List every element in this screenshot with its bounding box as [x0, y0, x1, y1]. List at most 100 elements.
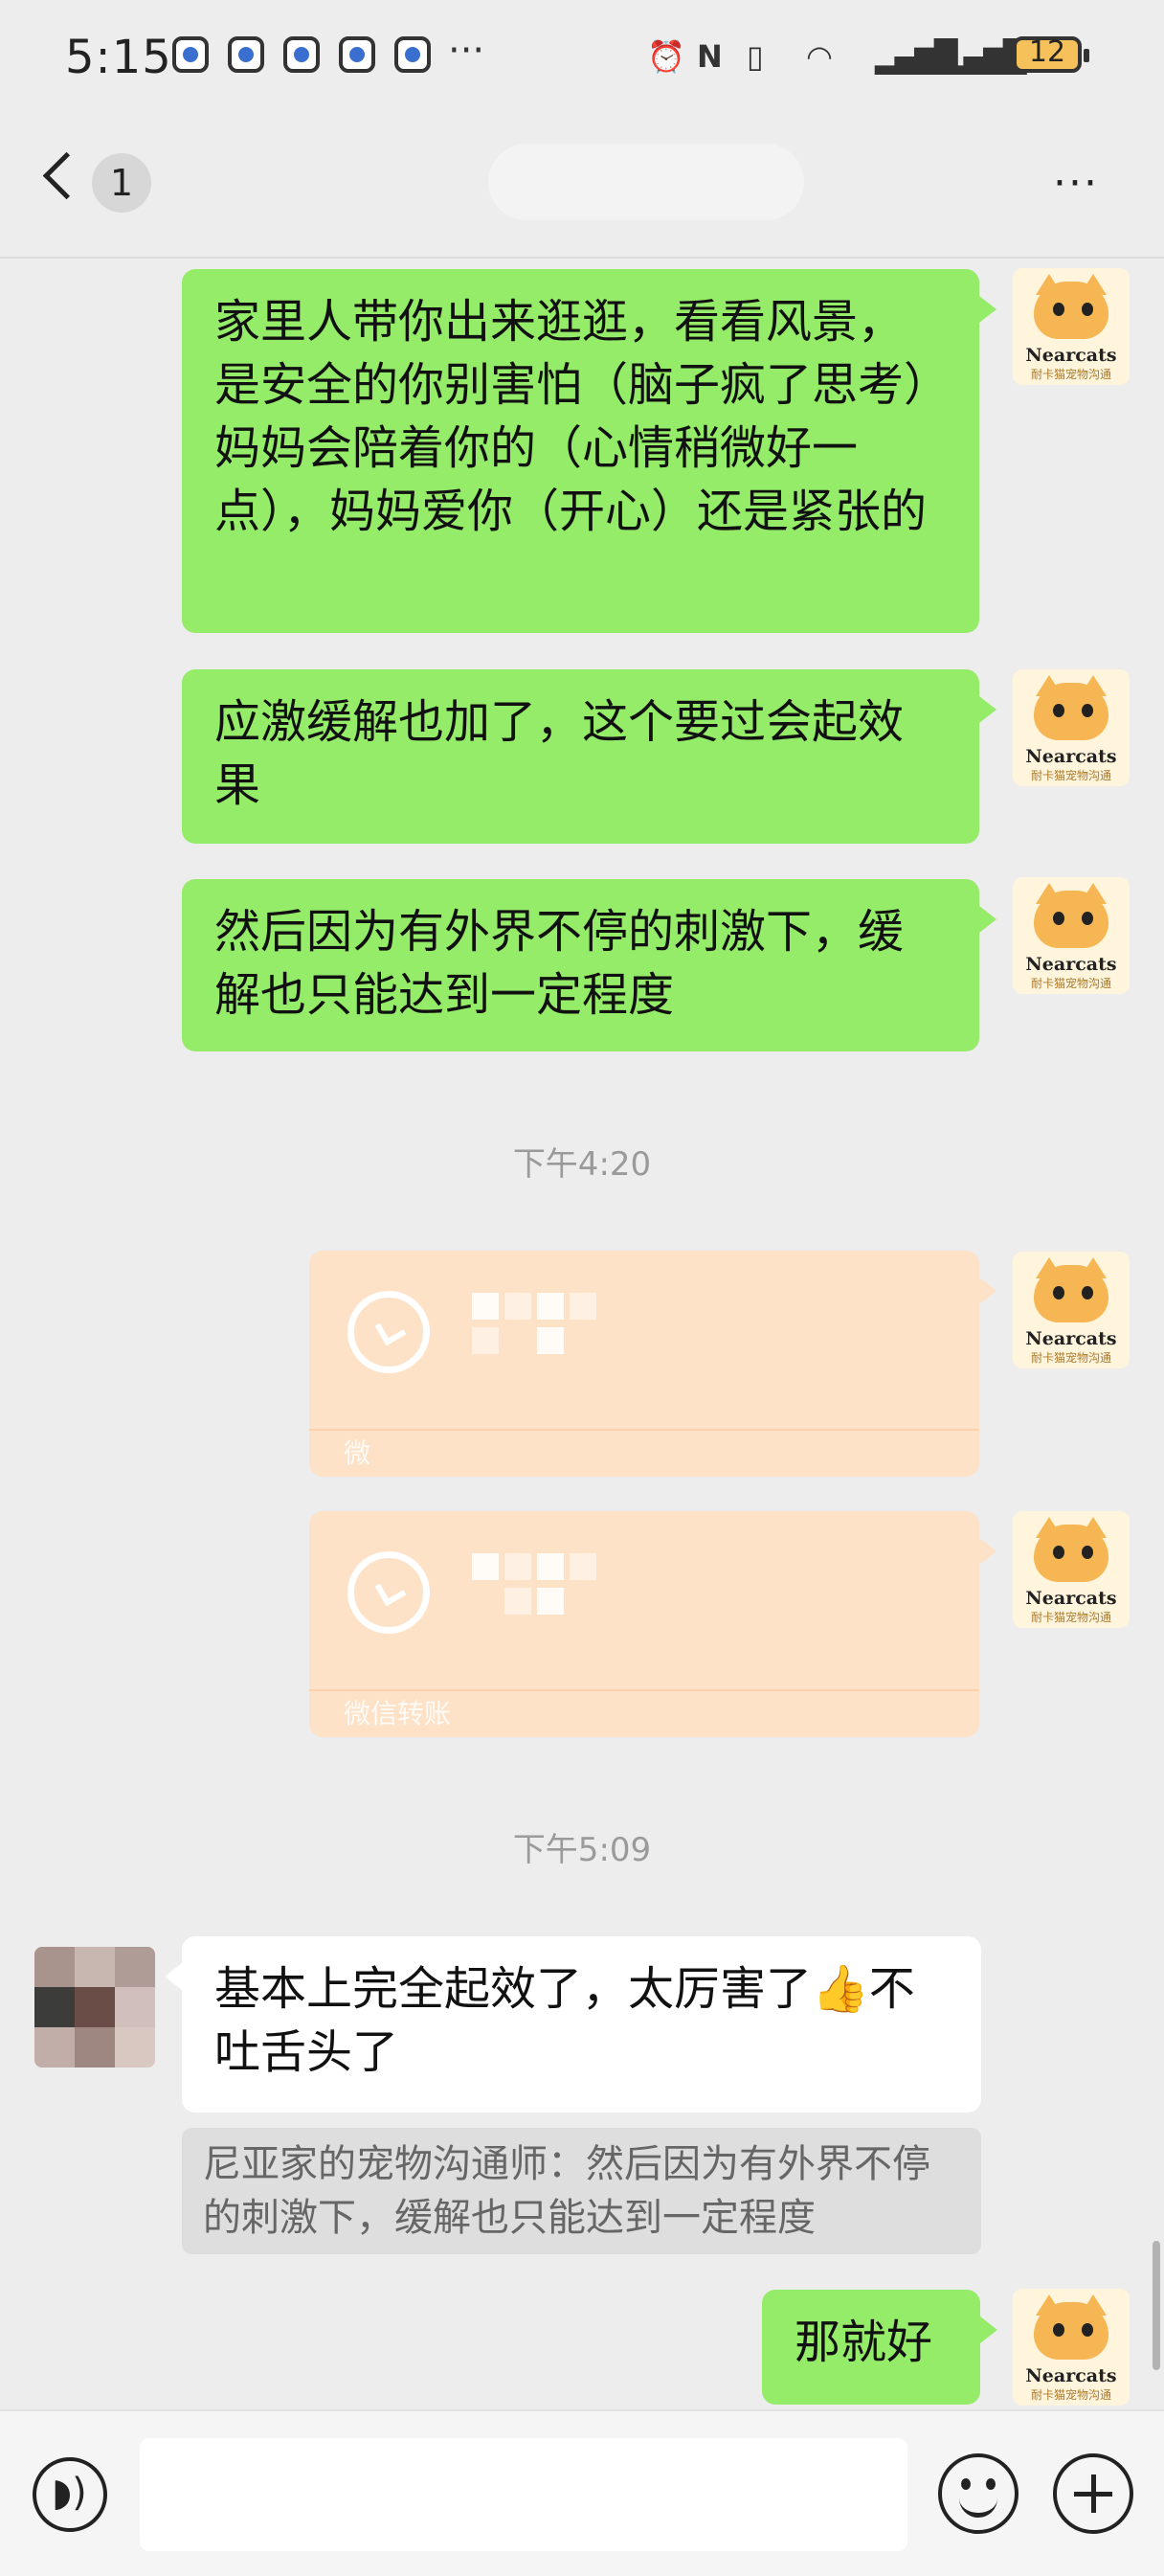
avatar[interactable]: [34, 1947, 155, 2068]
emoji-button[interactable]: [938, 2453, 1018, 2534]
blurred-amount: [570, 1293, 596, 1320]
cat-eye: [1053, 704, 1064, 717]
message-text: 然后因为有外界不停的刺激下，缓解也只能达到一定程度: [214, 905, 905, 1022]
nfc-icon: N: [697, 38, 723, 75]
alarm-icon: ⏰: [647, 38, 685, 75]
avatar-subtext: 耐卡猫宠物沟通: [1030, 2388, 1111, 2402]
cat-eye: [1082, 912, 1093, 925]
blurred-amount: [472, 1553, 499, 1580]
app-notification-icon: [283, 36, 320, 73]
app-notification-icon: [228, 36, 264, 73]
message-text: 家里人带你出来逛逛，看看风景，是安全的你别害怕（脑子疯了思考）妈妈会陪着你的（心…: [214, 295, 928, 538]
transfer-label: 微信转账: [344, 1698, 452, 1729]
avatar[interactable]: Nearcats 耐卡猫宠物沟通: [1013, 2289, 1130, 2406]
cat-face-icon: [1034, 1525, 1108, 1582]
transfer-icon: [347, 1291, 430, 1373]
avatar-subtext: 耐卡猫宠物沟通: [1030, 368, 1111, 381]
avatar-pixel: [115, 1987, 155, 2027]
back-icon[interactable]: [42, 151, 91, 200]
more-notifications-icon: ···: [448, 29, 485, 73]
transfer-separator: [309, 1429, 979, 1431]
message-bubble-outgoing[interactable]: 那就好: [762, 2290, 997, 2405]
avatar-pixel: [75, 1947, 115, 1987]
blurred-amount: [504, 1553, 531, 1580]
wifi-icon: ◠: [806, 38, 833, 75]
avatar-subtext: 耐卡猫宠物沟通: [1030, 977, 1111, 990]
blurred-amount: [504, 1293, 531, 1320]
avatar-subtext: 耐卡猫宠物沟通: [1030, 1351, 1111, 1365]
battery-icon: 12: [1013, 35, 1089, 73]
app-notification-icon: [339, 36, 375, 73]
cat-eye: [1082, 1546, 1093, 1559]
cat-face-icon: [1034, 282, 1108, 339]
avatar-subtext: 耐卡猫宠物沟通: [1030, 769, 1111, 782]
message-input[interactable]: [140, 2438, 907, 2551]
message-bubble-incoming[interactable]: 基本上完全起效了，太厉害了👍不吐舌头了: [165, 1936, 981, 2113]
avatar-brand: Nearcats: [1025, 954, 1117, 975]
vibrate-icon: ▯: [747, 38, 764, 75]
cat-face-icon: [1034, 2302, 1108, 2360]
signal-icon: ▂▄▆█: [875, 38, 957, 75]
cat-eye: [1053, 303, 1064, 316]
signal-icon: ▂▄▆█: [944, 38, 1026, 75]
avatar[interactable]: Nearcats 耐卡猫宠物沟通: [1013, 1511, 1130, 1628]
message-bubble-outgoing[interactable]: 应激缓解也加了，这个要过会起效果: [182, 669, 996, 844]
cat-face-icon: [1034, 891, 1108, 948]
cat-eye: [1082, 2323, 1093, 2337]
cat-eye: [1053, 1286, 1064, 1299]
avatar-brand: Nearcats: [1025, 345, 1117, 366]
avatar[interactable]: Nearcats 耐卡猫宠物沟通: [1013, 268, 1130, 385]
voice-input-button[interactable]: ◗): [33, 2457, 107, 2532]
avatar-pixel: [34, 1947, 75, 1987]
blurred-amount: [537, 1588, 564, 1615]
message-bubble-outgoing[interactable]: 家里人带你出来逛逛，看看风景，是安全的你别害怕（脑子疯了思考）妈妈会陪着你的（心…: [182, 269, 996, 633]
blurred-amount: [472, 1327, 499, 1354]
header-divider: [0, 257, 1164, 259]
avatar[interactable]: Nearcats 耐卡猫宠物沟通: [1013, 877, 1130, 994]
avatar-brand: Nearcats: [1025, 746, 1117, 767]
avatar-pixel: [75, 2027, 115, 2068]
avatar-pixel: [34, 2027, 75, 2068]
cat-eye: [1053, 1546, 1064, 1559]
transfer-card[interactable]: 微信转账: [309, 1511, 996, 1737]
more-functions-button[interactable]: [1053, 2453, 1133, 2534]
cat-face-icon: [1034, 683, 1108, 740]
cat-eye: [1053, 2323, 1064, 2337]
avatar-brand: Nearcats: [1025, 1328, 1117, 1349]
avatar-subtext: 耐卡猫宠物沟通: [1030, 1611, 1111, 1624]
transfer-label: 微: [344, 1437, 371, 1469]
cat-eye: [1082, 1286, 1093, 1299]
timestamp: 下午5:09: [512, 1831, 652, 1869]
avatar-pixel: [75, 1987, 115, 2027]
blurred-amount: [537, 1553, 564, 1580]
scrollbar[interactable]: [1153, 2241, 1160, 2370]
chat-title: [488, 144, 804, 220]
avatar-brand: Nearcats: [1025, 2365, 1117, 2386]
avatar[interactable]: Nearcats 耐卡猫宠物沟通: [1013, 669, 1130, 786]
avatar-brand: Nearcats: [1025, 1588, 1117, 1609]
transfer-card[interactable]: 微: [309, 1251, 996, 1477]
more-options-icon[interactable]: ···: [1053, 159, 1099, 208]
battery-level: 12: [1028, 35, 1066, 69]
message-bubble-outgoing[interactable]: 然后因为有外界不停的刺激下，缓解也只能达到一定程度: [182, 879, 996, 1051]
cat-eye: [1053, 912, 1064, 925]
blurred-amount: [537, 1293, 564, 1320]
cat-eye: [1082, 303, 1093, 316]
avatar-pixel: [115, 2027, 155, 2068]
app-notification-icon: [394, 36, 431, 73]
cat-eye: [1082, 704, 1093, 717]
transfer-icon: [347, 1551, 430, 1634]
avatar-pixel: [34, 1987, 75, 2027]
unread-count-badge[interactable]: 1: [92, 153, 151, 213]
status-bar: 5:15 ··· ⏰ N ▯ ◠ ▂▄▆█ ▂▄▆█ 12: [0, 0, 1164, 115]
blurred-amount: [472, 1293, 499, 1320]
timestamp: 下午4:20: [512, 1145, 652, 1184]
blurred-amount: [537, 1327, 564, 1354]
cat-face-icon: [1034, 1265, 1108, 1322]
voice-icon: ◗): [52, 2471, 87, 2515]
avatar-pixel: [115, 1947, 155, 1987]
quoted-message[interactable]: 尼亚家的宠物沟通师：然后因为有外界不停的刺激下，缓解也只能达到一定程度: [182, 2128, 981, 2254]
blurred-amount: [504, 1588, 531, 1615]
app-notification-icon: [172, 36, 209, 73]
avatar[interactable]: Nearcats 耐卡猫宠物沟通: [1013, 1252, 1130, 1368]
